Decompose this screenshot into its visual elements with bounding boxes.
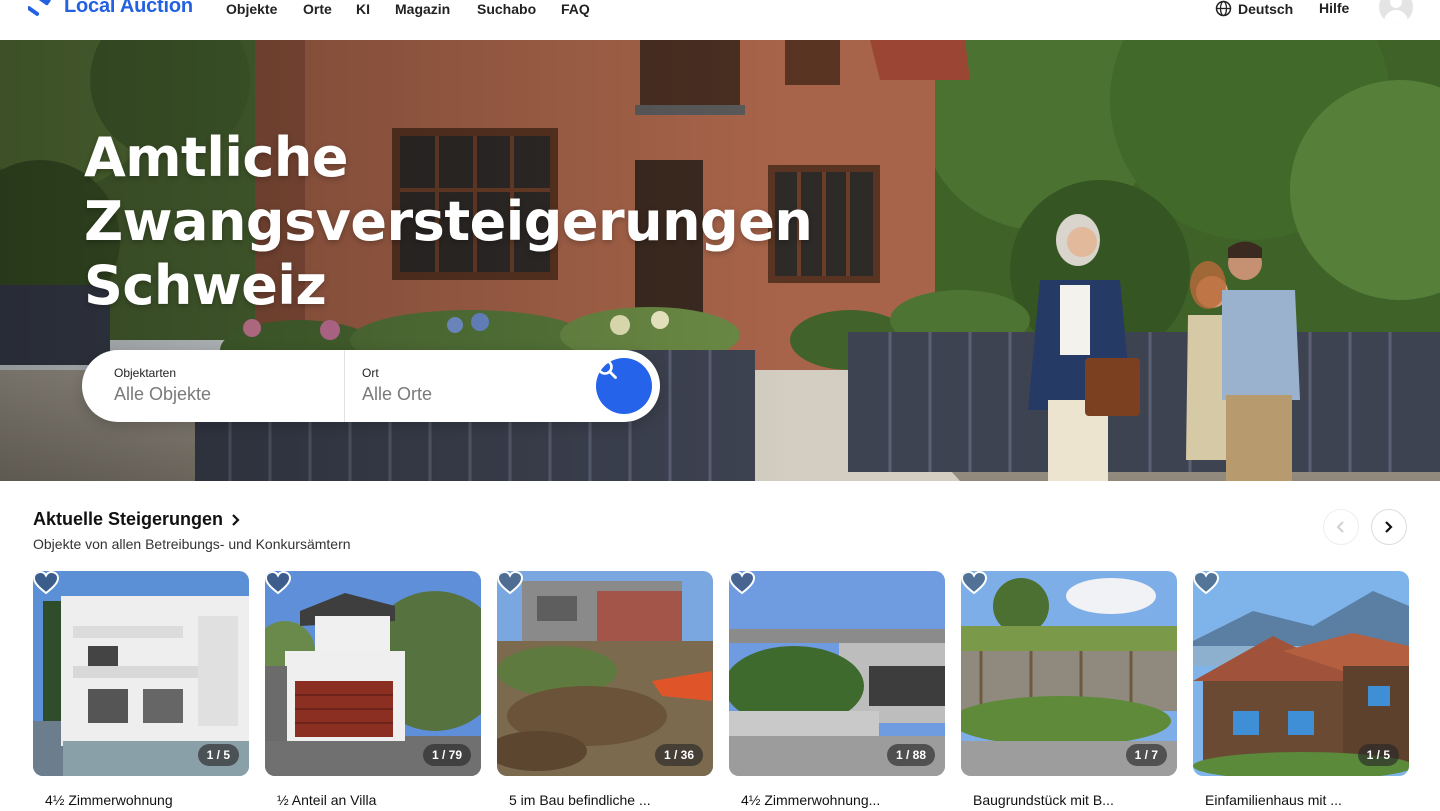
listing-title[interactable]: ½ Anteil an Villa <box>265 792 481 808</box>
help-link[interactable]: Hilfe <box>1319 0 1349 16</box>
search-button[interactable] <box>596 358 652 414</box>
globe-icon <box>1215 0 1232 17</box>
chevron-left-icon <box>1336 521 1344 533</box>
search-divider <box>344 350 345 422</box>
nav-suchabo[interactable]: Suchabo <box>477 0 536 18</box>
listing-card[interactable]: 1 / 36 5 im Bau befindliche ... <box>497 571 713 808</box>
logo[interactable]: Local Auction <box>28 0 193 18</box>
search-bar: Objektarten Ort <box>82 350 660 422</box>
hero-title-line-3: Schweiz <box>84 254 327 317</box>
image-counter: 1 / 5 <box>197 744 239 766</box>
top-navbar: Local Auction Objekte Orte KI Magazin Su… <box>0 0 1440 40</box>
heart-icon[interactable] <box>33 571 59 595</box>
heart-icon[interactable] <box>265 571 291 595</box>
listing-card[interactable]: 1 / 5 4½ Zimmerwohnung <box>33 571 249 808</box>
hero-title: Amtliche Zwangsversteigerungen Schweiz <box>84 126 813 318</box>
listing-image[interactable]: 1 / 79 <box>265 571 481 776</box>
section-title: Aktuelle Steigerungen <box>33 509 224 529</box>
listing-title[interactable]: 4½ Zimmerwohnung <box>33 792 249 808</box>
nav-ki[interactable]: KI <box>356 0 370 18</box>
logo-text: Local Auction <box>64 0 193 17</box>
listing-card[interactable]: 1 / 88 4½ Zimmerwohnung... <box>729 571 945 808</box>
image-counter: 1 / 7 <box>1125 744 1167 766</box>
object-type-label: Objektarten <box>114 366 177 380</box>
listing-title[interactable]: 5 im Bau befindliche ... <box>497 792 713 808</box>
heart-icon[interactable] <box>961 571 987 595</box>
hero-title-line-1: Amtliche <box>84 126 348 189</box>
image-counter: 1 / 5 <box>1357 744 1399 766</box>
carousel-next-button[interactable] <box>1371 509 1407 545</box>
listing-card[interactable]: 1 / 79 ½ Anteil an Villa <box>265 571 481 808</box>
listing-image[interactable]: 1 / 5 <box>33 571 249 776</box>
listing-card[interactable]: 1 / 5 Einfamilienhaus mit ... <box>1193 571 1409 808</box>
listing-image[interactable]: 1 / 5 <box>1193 571 1409 776</box>
user-avatar-icon[interactable] <box>1379 0 1413 24</box>
listing-title[interactable]: Einfamilienhaus mit ... <box>1193 792 1409 808</box>
section-title-link[interactable]: Aktuelle Steigerungen <box>33 509 241 530</box>
nav-magazin[interactable]: Magazin <box>395 0 450 18</box>
nav-objekte[interactable]: Objekte <box>226 0 277 18</box>
heart-icon[interactable] <box>729 571 755 595</box>
hero-title-line-2: Zwangsversteigerungen <box>84 190 813 253</box>
heart-icon[interactable] <box>497 571 523 595</box>
heart-icon[interactable] <box>1193 571 1219 595</box>
auction-cards: 1 / 5 4½ Zimmerwohnung 1 / 79 ½ Anteil a… <box>33 571 1413 811</box>
listing-image[interactable]: 1 / 88 <box>729 571 945 776</box>
image-counter: 1 / 88 <box>886 744 935 766</box>
image-counter: 1 / 79 <box>422 744 471 766</box>
object-type-field[interactable]: Objektarten <box>114 350 344 422</box>
listing-image[interactable]: 1 / 36 <box>497 571 713 776</box>
location-label: Ort <box>362 366 379 380</box>
object-type-input[interactable] <box>114 384 314 405</box>
language-label: Deutsch <box>1238 0 1294 17</box>
language-selector[interactable]: Deutsch <box>1215 0 1293 17</box>
section-subtitle: Objekte von allen Betreibungs- und Konku… <box>33 536 351 552</box>
location-field[interactable]: Ort <box>362 350 582 422</box>
nav-faq[interactable]: FAQ <box>561 0 590 18</box>
carousel-prev-button[interactable] <box>1323 509 1359 545</box>
chevron-right-icon <box>1385 521 1393 533</box>
image-counter: 1 / 36 <box>654 744 703 766</box>
chevron-right-icon <box>232 513 240 526</box>
location-input[interactable] <box>362 384 562 405</box>
listing-image[interactable]: 1 / 7 <box>961 571 1177 776</box>
listing-card[interactable]: 1 / 7 Baugrundstück mit B... <box>961 571 1177 808</box>
nav-orte[interactable]: Orte <box>303 0 332 18</box>
listing-title[interactable]: Baugrundstück mit B... <box>961 792 1177 808</box>
hero-banner: Amtliche Zwangsversteigerungen Schweiz O… <box>0 40 1440 481</box>
gavel-icon <box>28 0 51 16</box>
listing-title[interactable]: 4½ Zimmerwohnung... <box>729 792 945 808</box>
search-icon <box>597 359 617 379</box>
